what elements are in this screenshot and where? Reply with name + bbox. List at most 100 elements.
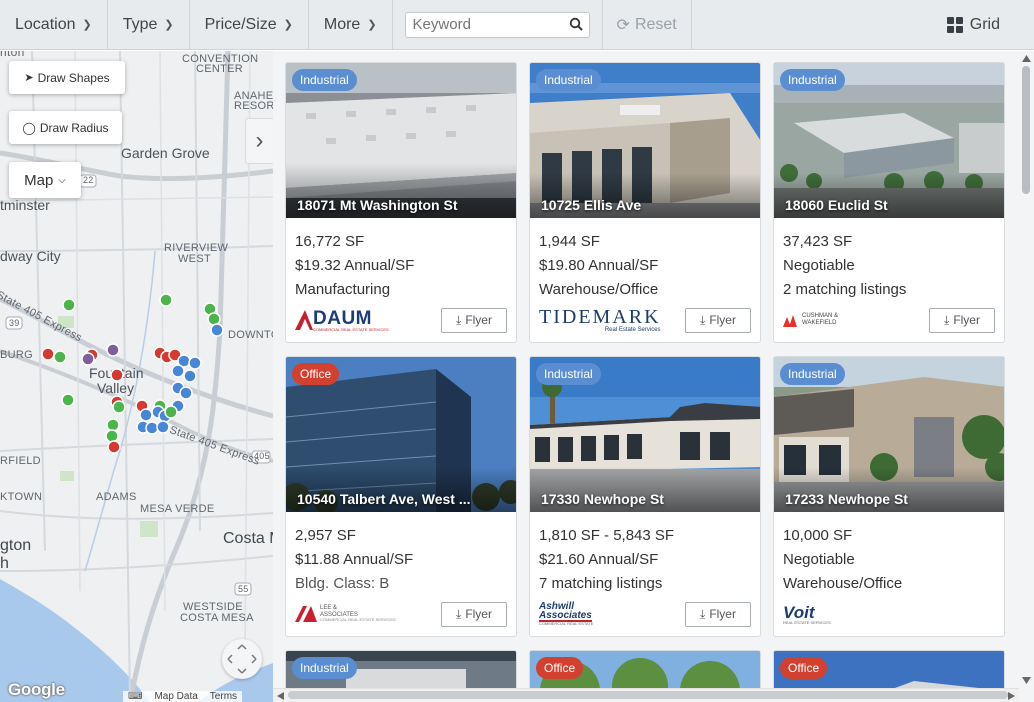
chevron-down-icon: ❯ (367, 19, 377, 31)
chevron-down-icon: ❯ (82, 19, 92, 31)
lee-associates-mark-icon (295, 606, 317, 622)
download-icon: ⤓ (700, 312, 706, 327)
listing-card[interactable]: Industrial 10725 Ellis Ave 1,944 SF $19.… (529, 62, 761, 343)
flyer-button[interactable]: ⤓ Flyer (441, 307, 507, 333)
cushman-wakefield-mark-icon (783, 315, 797, 327)
map-pin-green (105, 429, 119, 443)
broker-logo: Ashwill Associates COMMERCIAL REAL ESTAT… (539, 601, 593, 627)
map-data-link[interactable]: Map Data (154, 691, 197, 702)
map-pin-purple (81, 352, 95, 366)
listing-photo[interactable]: Industrial 17233 Newhope St (774, 357, 1004, 512)
type-filter-button[interactable]: Type ❯ (108, 0, 190, 49)
map-type-select[interactable]: Map ⌵ (9, 162, 81, 198)
search-icon[interactable] (569, 17, 584, 32)
listing-detail: Warehouse/Office (783, 575, 903, 592)
more-filter-button[interactable]: More ❯ (309, 0, 393, 49)
price-size-label: Price/Size (204, 15, 277, 33)
map-attribution: ⌨ Map Data Terms (123, 691, 243, 702)
listing-price: Negotiable (783, 551, 855, 568)
broker-logo: LEE & ASSOCIATES COMMERCIAL REAL ESTATE … (295, 601, 396, 627)
listing-address[interactable]: 10725 Ellis Ave (530, 197, 760, 218)
listing-price: $19.32 Annual/SF (295, 257, 415, 274)
collapse-map-button[interactable]: › (245, 118, 273, 164)
vertical-scroll-thumb[interactable] (1022, 66, 1030, 194)
broker-name: CUSHMAN & (802, 313, 839, 320)
scroll-up-icon[interactable] (1022, 55, 1031, 62)
map-pin-green (159, 293, 173, 307)
map-pin-green (53, 350, 67, 364)
more-label: More (323, 15, 361, 33)
draw-radius-label: Draw Radius (39, 120, 109, 135)
listing-card[interactable]: Industrial 17233 Newhope St 10,000 SF Ne… (773, 356, 1005, 637)
listing-price: $11.88 Annual/SF (295, 551, 414, 568)
horizontal-scroll-thumb[interactable] (288, 691, 1008, 699)
map-pin-green (61, 393, 75, 407)
category-badge: Office (780, 657, 828, 679)
scroll-left-icon[interactable] (277, 692, 284, 700)
scroll-right-icon[interactable] (1008, 692, 1015, 700)
broker-name: Voit (783, 602, 815, 622)
terms-link[interactable]: Terms (210, 691, 237, 702)
reset-button[interactable]: ⟳ Reset (603, 0, 692, 49)
listing-photo[interactable]: Industrial 10725 Ellis Ave (530, 63, 760, 218)
grid-view-button[interactable]: Grid (946, 0, 1034, 49)
broker-subtitle-2: COMMERCIAL REAL ESTATE SERVICES (320, 617, 396, 623)
keyboard-icon[interactable]: ⌨ (128, 691, 142, 702)
broker-name: LEE & (320, 605, 338, 612)
map-pin-green (62, 298, 76, 312)
listing-card[interactable]: Industrial 18071 Mt Washington St 16,772… (285, 62, 517, 343)
flyer-button[interactable]: ⤓ Flyer (929, 307, 995, 333)
map-type-label: Map (24, 171, 54, 189)
flyer-label: Flyer (953, 313, 980, 327)
listing-detail: 2 matching listings (783, 281, 907, 298)
broker-logo: Voit REAL ESTATE SERVICES (783, 601, 831, 627)
map-pin-blue (210, 323, 224, 337)
listing-address[interactable]: 17330 Newhope St (530, 491, 760, 512)
draw-shapes-button[interactable]: ➤ Draw Shapes (9, 61, 125, 94)
keyword-input[interactable] (405, 12, 589, 37)
filter-toolbar: Location ❯ Type ❯ Price/Size ❯ More ❯ ⟳Reset… (0, 0, 1034, 50)
map-pin-blue (179, 386, 193, 400)
listing-detail: Warehouse/Office (539, 281, 659, 298)
draw-radius-button[interactable]: ◯ Draw Radius (9, 111, 122, 144)
keyword-wrapper (393, 0, 603, 49)
listing-address[interactable]: 18060 Euclid St (774, 197, 1004, 218)
refresh-icon: ⟳ (616, 16, 630, 34)
flyer-button[interactable]: ⤓ Flyer (685, 601, 751, 627)
listing-price: $19.80 Annual/SF (539, 257, 659, 274)
listing-price: Negotiable (783, 257, 855, 274)
listing-address[interactable]: 17233 Newhope St (774, 491, 1004, 512)
listing-card[interactable]: Office 10540 Talbert Ave, West ... 2,957… (285, 356, 517, 637)
listing-card[interactable]: Industrial 18060 Euclid St 37,423 SF Neg… (773, 62, 1005, 343)
map-pin-blue (156, 420, 170, 434)
listing-card[interactable]: Industrial 17330 Newhope St 1,810 SF - 5… (529, 356, 761, 637)
listing-address[interactable]: 10540 Talbert Ave, West ... (286, 491, 516, 512)
listing-photo[interactable]: Industrial 17330 Newhope St (530, 357, 760, 512)
listing-price: $21.60 Annual/SF (539, 551, 659, 568)
download-icon: ⤓ (456, 312, 462, 327)
flyer-label: Flyer (709, 607, 736, 621)
flyer-button[interactable]: ⤓ Flyer (441, 601, 507, 627)
category-badge: Office (536, 657, 584, 679)
listing-photo[interactable]: Industrial 18071 Mt Washington St (286, 63, 516, 218)
flyer-label: Flyer (709, 313, 736, 327)
scroll-down-icon[interactable] (1022, 677, 1031, 684)
category-badge: Industrial (780, 363, 845, 385)
broker-logo: TIDEMARK Real Estate Services (539, 307, 661, 333)
listing-size: 16,772 SF (295, 233, 365, 250)
listing-photo[interactable]: Office 10540 Talbert Ave, West ... (286, 357, 516, 512)
listing-address[interactable]: 18071 Mt Washington St (286, 197, 516, 218)
pan-control[interactable] (222, 639, 262, 679)
chevron-down-icon: ❯ (283, 19, 293, 31)
download-icon: ⤓ (700, 606, 706, 621)
map-panel[interactable]: nton CONVENTION CENTER ANAHEI RESOR Gard… (0, 51, 273, 702)
flyer-button[interactable]: ⤓ Flyer (685, 307, 751, 333)
listing-detail: 7 matching listings (539, 575, 663, 592)
location-filter-button[interactable]: Location ❯ (0, 0, 108, 49)
flyer-label: Flyer (465, 313, 492, 327)
grid-label: Grid (969, 15, 1000, 33)
listing-photo[interactable]: Industrial 18060 Euclid St (774, 63, 1004, 218)
map-pins[interactable] (0, 51, 273, 702)
category-badge: Industrial (292, 657, 357, 679)
price-size-filter-button[interactable]: Price/Size ❯ (190, 0, 309, 49)
